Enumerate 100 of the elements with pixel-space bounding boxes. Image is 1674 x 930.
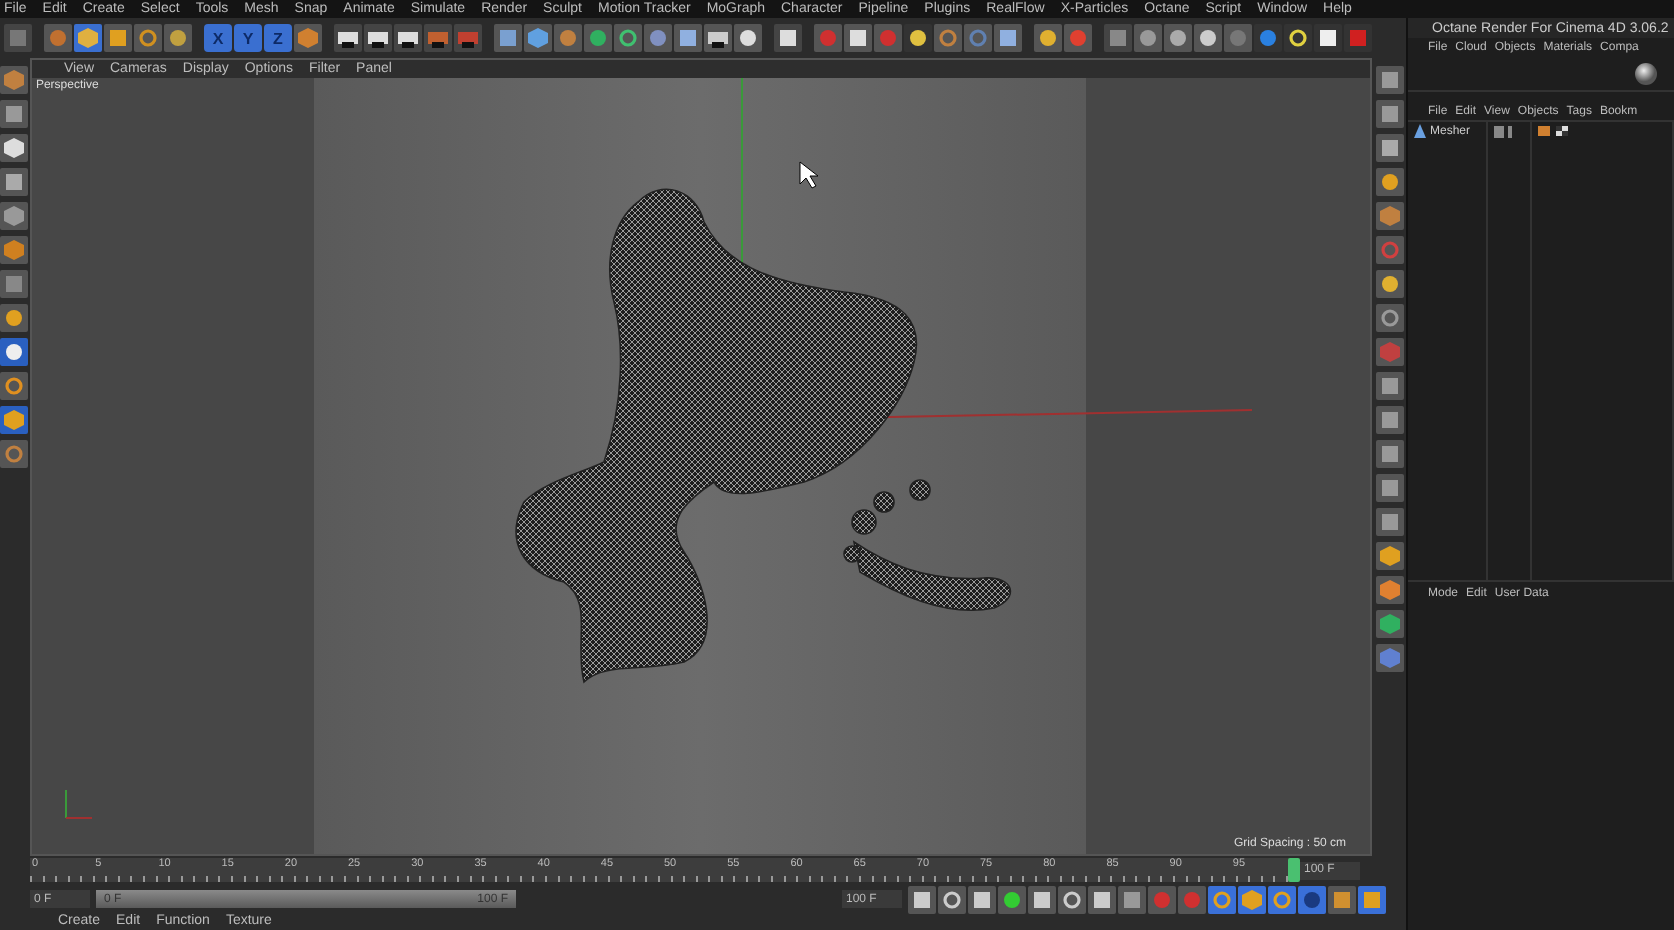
tool-button[interactable]	[968, 885, 996, 913]
square-icon	[2, 102, 27, 126]
square-icon	[1316, 26, 1340, 50]
tool-button[interactable]	[704, 24, 732, 52]
circle-icon	[1300, 887, 1324, 911]
tool-button[interactable]	[1058, 885, 1086, 913]
cube-icon	[2, 238, 27, 262]
tool-button[interactable]	[364, 24, 392, 52]
cube-icon	[2, 408, 27, 432]
tool-button[interactable]	[1375, 542, 1404, 570]
circle-icon	[166, 26, 190, 50]
square-icon	[1377, 510, 1402, 534]
tool-button[interactable]	[1314, 24, 1342, 52]
tool-button[interactable]	[998, 885, 1026, 913]
tool-button[interactable]	[0, 406, 29, 434]
ring-icon	[1377, 306, 1402, 330]
tool-button[interactable]	[1238, 885, 1266, 913]
circle-icon	[1036, 26, 1060, 50]
tool-button[interactable]	[0, 304, 29, 332]
cube-icon	[2, 68, 27, 92]
square-icon	[910, 887, 934, 911]
object-icon	[1414, 124, 1426, 138]
circle-icon	[1136, 26, 1160, 50]
square-icon	[496, 26, 520, 50]
tool-button[interactable]	[0, 134, 29, 162]
clapper-icon	[426, 26, 450, 50]
square-icon	[1120, 887, 1144, 911]
square-icon	[1377, 442, 1402, 466]
square-icon	[970, 887, 994, 911]
square-icon	[1360, 887, 1384, 911]
cube-icon	[2, 204, 27, 228]
tag-icon[interactable]	[1538, 124, 1570, 138]
circle-icon	[1196, 26, 1220, 50]
playhead-marker[interactable]	[1288, 858, 1300, 882]
tool-button[interactable]	[938, 885, 966, 913]
cube-icon	[2, 136, 27, 160]
square-icon	[2, 272, 27, 296]
clapper-icon	[396, 26, 420, 50]
circle-icon	[1180, 887, 1204, 911]
square-icon	[1377, 374, 1402, 398]
cube-icon	[1377, 204, 1402, 228]
clapper-icon	[456, 26, 480, 50]
tool-button[interactable]	[1375, 168, 1404, 196]
cube-icon	[1377, 612, 1402, 636]
circle-icon	[906, 26, 930, 50]
ring-icon	[1377, 238, 1402, 262]
circle-icon	[1066, 26, 1090, 50]
cube-icon	[76, 26, 100, 50]
square-icon	[2, 170, 27, 194]
tool-button[interactable]	[394, 24, 422, 52]
cube-icon	[1240, 887, 1264, 911]
square-icon	[1377, 68, 1402, 92]
square-icon	[6, 26, 30, 50]
tool-button[interactable]	[774, 24, 802, 52]
square-icon	[676, 26, 700, 50]
ring-icon	[1270, 887, 1294, 911]
circle-icon	[556, 26, 580, 50]
circle-icon	[1377, 170, 1402, 194]
circle-icon	[2, 306, 27, 330]
ring-icon	[1210, 887, 1234, 911]
tool-button[interactable]	[1088, 885, 1116, 913]
circle-icon	[586, 26, 610, 50]
tool-button[interactable]	[1375, 270, 1404, 298]
tool-button[interactable]	[1268, 885, 1296, 913]
circle-icon	[1166, 26, 1190, 50]
tool-button[interactable]	[334, 24, 362, 52]
tool-button[interactable]	[0, 168, 29, 196]
tool-button[interactable]	[1028, 885, 1056, 913]
circle-icon	[1377, 272, 1402, 296]
tool-button[interactable]	[1208, 885, 1236, 913]
clapper-icon	[336, 26, 360, 50]
tool-button[interactable]	[1284, 24, 1312, 52]
cube-icon	[1377, 544, 1402, 568]
cursor-icon	[799, 161, 819, 189]
sphere-icon[interactable]	[1634, 61, 1658, 85]
cube-icon	[1377, 578, 1402, 602]
tool-button[interactable]	[904, 24, 932, 52]
tool-button[interactable]	[0, 338, 29, 366]
tool-button[interactable]	[1358, 885, 1386, 913]
visibility-icon[interactable]	[1494, 125, 1518, 137]
square-icon	[106, 26, 130, 50]
circle-icon	[816, 26, 840, 50]
axis-gizmo-icon	[64, 789, 93, 819]
square-icon	[1090, 887, 1114, 911]
square-icon	[1377, 102, 1402, 126]
tool-button[interactable]	[1375, 134, 1404, 162]
clapper-icon	[706, 26, 730, 50]
cube-icon	[1377, 340, 1402, 364]
circle-icon	[1256, 26, 1280, 50]
clapper-icon	[366, 26, 390, 50]
tool-button[interactable]	[908, 885, 936, 913]
square-icon	[1330, 887, 1354, 911]
ring-icon	[2, 374, 27, 398]
square-icon	[1106, 26, 1130, 50]
ring-icon	[940, 887, 964, 911]
square-icon	[1377, 476, 1402, 500]
ring-icon	[1060, 887, 1084, 911]
circle-icon	[646, 26, 670, 50]
ring-icon	[136, 26, 160, 50]
circle-icon	[736, 26, 760, 50]
